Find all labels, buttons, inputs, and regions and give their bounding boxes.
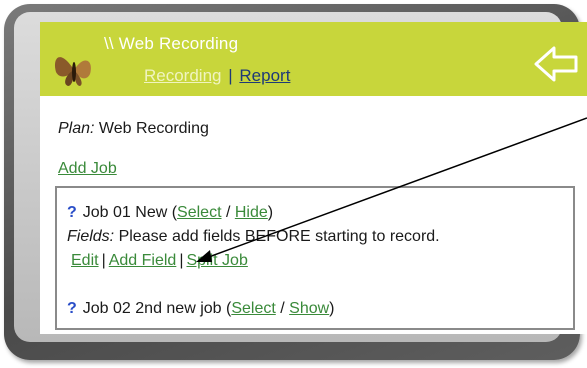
- app-title: \\ Web Recording: [104, 34, 239, 53]
- header-nav: Recording | Report: [144, 66, 290, 86]
- job-header-01: ? Job 01 New (Select / Hide): [67, 204, 273, 222]
- fields-label: Fields:: [67, 228, 115, 245]
- job-title: Job 02 2nd new job (: [82, 300, 232, 317]
- select-job-link[interactable]: Select: [177, 204, 221, 221]
- edit-job-link[interactable]: Edit: [71, 252, 99, 269]
- add-job-link[interactable]: Add Job: [58, 160, 117, 178]
- link-separator: /: [221, 204, 235, 221]
- tab-recording[interactable]: Recording: [144, 66, 222, 85]
- select-job-link[interactable]: Select: [231, 300, 275, 317]
- jobs-list: ? Job 01 New (Select / Hide) Fields: Plea…: [55, 186, 575, 330]
- show-job-link[interactable]: Show: [289, 300, 329, 317]
- fields-message: Please add fields BEFORE starting to rec…: [114, 228, 440, 245]
- plan-info: Plan: Web Recording: [58, 120, 209, 138]
- butterfly-logo-icon: [54, 57, 91, 86]
- close-paren: ): [267, 204, 274, 221]
- help-icon[interactable]: ?: [67, 300, 77, 317]
- plan-label: Plan:: [58, 120, 95, 137]
- action-separator: |: [179, 252, 184, 269]
- add-field-link[interactable]: Add Field: [109, 252, 177, 269]
- help-icon[interactable]: ?: [67, 204, 77, 221]
- job-title: Job 01 New (: [82, 204, 178, 221]
- back-arrow-icon[interactable]: [532, 44, 580, 84]
- job-actions-01: Edit | Add Field | Split Job: [71, 252, 248, 270]
- job-fields-01: Fields: Please add fields BEFORE startin…: [67, 228, 440, 246]
- plan-value: Web Recording: [98, 120, 209, 137]
- close-paren: ): [329, 300, 335, 317]
- split-job-link[interactable]: Split Job: [186, 252, 247, 269]
- hide-job-link[interactable]: Hide: [235, 204, 268, 221]
- nav-separator: |: [228, 66, 233, 85]
- tab-report[interactable]: Report: [239, 66, 290, 85]
- link-separator: /: [275, 300, 290, 317]
- job-header-02: ? Job 02 2nd new job (Select / Show): [67, 300, 335, 318]
- app-screen: \\ Web Recording Recording | Report Plan…: [40, 22, 587, 334]
- action-separator: |: [101, 252, 106, 269]
- app-header: \\ Web Recording Recording | Report: [40, 22, 587, 96]
